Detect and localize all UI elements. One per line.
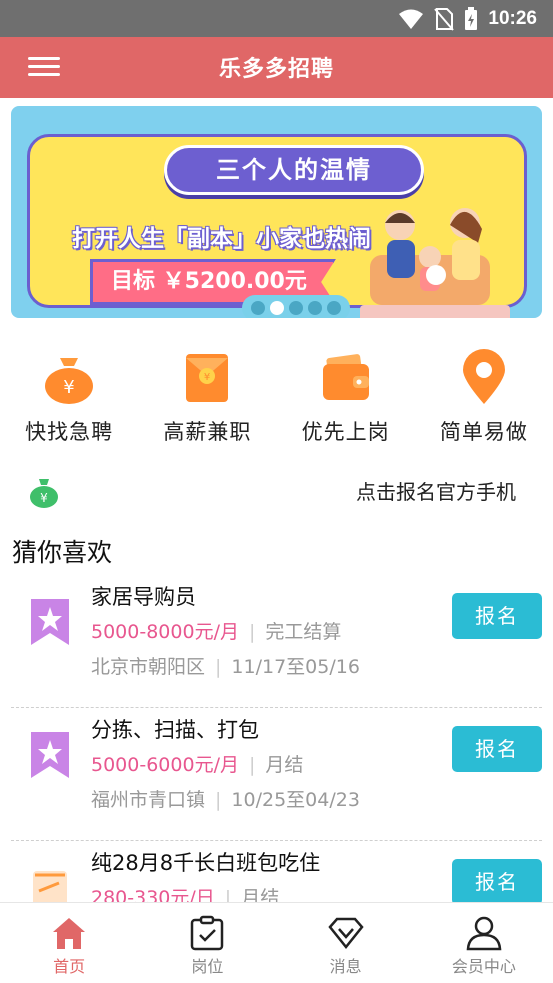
nav-item-jobs[interactable]: 岗位 — [138, 903, 276, 983]
category-label: 高薪兼职 — [163, 420, 252, 444]
job-salary: 5000-8000元/月 — [91, 621, 239, 643]
nav-label: 消息 — [329, 957, 362, 976]
category-priority[interactable]: 优先上岗 — [277, 340, 415, 458]
category-label: 简单易做 — [439, 420, 528, 444]
nav-label: 岗位 — [191, 957, 224, 976]
job-title: 分拣、扫描、打包 — [91, 718, 259, 742]
category-easy[interactable]: 简单易做 — [415, 340, 553, 458]
home-icon — [53, 918, 86, 949]
job-meta: 5000-6000元/月 | 月结 — [91, 754, 304, 776]
job-salary: 5000-6000元/月 — [91, 754, 239, 776]
banner-pill: 三个人的温情 — [164, 145, 424, 195]
list-item[interactable]: 家居导购员 5000-8000元/月 | 完工结算 北京市朝阳区 | 11/17至05/… — [11, 575, 542, 708]
banner-dot[interactable] — [250, 301, 265, 315]
banner-dot[interactable] — [327, 301, 342, 315]
status-time: 10:26 — [488, 8, 537, 29]
job-meta: 5000-8000元/月 | 完工结算 — [91, 621, 342, 643]
nav-label: 首页 — [53, 957, 86, 976]
category-high-pay[interactable]: ¥ 高薪兼职 — [138, 340, 276, 458]
banner-headline: 打开人生「副本」小家也热闹 — [72, 226, 371, 252]
wallet-icon — [322, 354, 369, 400]
location-pin-icon — [462, 349, 505, 404]
notice-bar[interactable]: ¥ 点击报名官方手机 — [0, 470, 553, 516]
category-urgent-hiring[interactable]: ¥ 快找急聘 — [0, 340, 138, 458]
category-grid: ¥ 快找急聘 ¥ 高薪兼职 优先上岗 简单易做 — [0, 340, 553, 458]
job-location-dates: 福州市青口镇 | 10/25至04/23 — [91, 789, 360, 811]
star-badge-icon — [31, 732, 69, 778]
no-sim-icon — [434, 8, 455, 31]
apply-button[interactable]: 报名 — [452, 593, 542, 639]
page-title: 乐多多招聘 — [218, 57, 334, 82]
svg-text:¥: ¥ — [204, 372, 210, 383]
section-title: 猜你喜欢 — [12, 538, 113, 567]
star-badge-icon — [31, 599, 69, 645]
status-bar: 10:26 — [0, 0, 553, 37]
app-header: 乐多多招聘 — [0, 37, 553, 98]
category-label: 快找急聘 — [25, 420, 114, 444]
apply-button[interactable]: 报名 — [452, 726, 542, 772]
job-title: 纯28月8千长白班包吃住 — [91, 851, 321, 875]
nav-item-member[interactable]: 会员中心 — [415, 903, 553, 983]
family-illustration-icon — [360, 208, 510, 318]
nav-item-messages[interactable]: 消息 — [277, 903, 415, 983]
battery-icon — [465, 7, 478, 30]
banner-dot[interactable] — [308, 301, 323, 315]
banner-pagination — [242, 295, 350, 318]
svg-text:¥: ¥ — [63, 377, 74, 398]
job-settlement: 月结 — [265, 754, 304, 776]
job-location-dates: 北京市朝阳区 | 11/17至05/16 — [91, 656, 360, 678]
svg-text:¥: ¥ — [40, 491, 48, 505]
bottom-nav: 首页 岗位 消息 会员中心 — [0, 902, 553, 983]
list-item[interactable]: 分拣、扫描、打包 5000-6000元/月 | 月结 福州市青口镇 | 10/25至04… — [11, 708, 542, 841]
money-bag-icon: ¥ — [45, 358, 94, 404]
job-location: 福州市青口镇 — [91, 789, 206, 811]
job-location: 北京市朝阳区 — [91, 656, 206, 678]
job-settlement: 完工结算 — [265, 621, 342, 643]
notice-text: 点击报名官方手机 — [356, 480, 516, 504]
banner-dot[interactable] — [288, 301, 303, 315]
user-icon — [466, 916, 502, 951]
apply-button[interactable]: 报名 — [452, 859, 542, 905]
money-bag-icon: ¥ — [30, 479, 58, 508]
banner-dot-active[interactable] — [269, 301, 284, 315]
red-envelope-icon: ¥ — [186, 354, 229, 402]
nav-label: 会员中心 — [451, 957, 516, 976]
diamond-icon — [327, 917, 364, 950]
job-dates: 10/25至04/23 — [231, 789, 360, 811]
category-label: 优先上岗 — [301, 420, 390, 444]
job-dates: 11/17至05/16 — [231, 656, 360, 678]
promo-banner[interactable]: 三个人的温情 打开人生「副本」小家也热闹 目标 ￥5200.00元 — [11, 106, 542, 318]
banner-card: 三个人的温情 打开人生「副本」小家也热闹 目标 ￥5200.00元 — [27, 134, 527, 318]
nav-item-home[interactable]: 首页 — [0, 903, 138, 983]
job-title: 家居导购员 — [91, 585, 196, 609]
wifi-icon — [399, 9, 424, 29]
clipboard-icon — [191, 915, 224, 951]
